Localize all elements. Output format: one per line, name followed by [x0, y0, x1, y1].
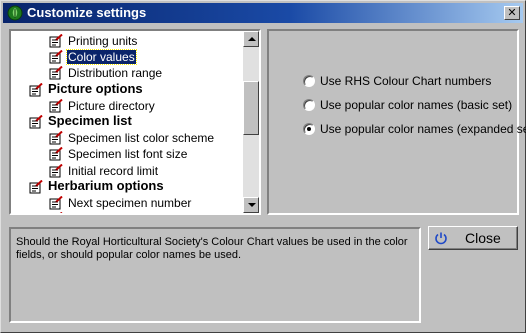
close-button-label: Close — [465, 230, 501, 246]
radio-button[interactable] — [303, 75, 315, 87]
close-button[interactable]: Close — [428, 226, 518, 250]
tree-item-label: Picture directory — [68, 98, 155, 113]
tree-item-label: Specimen list color scheme — [68, 131, 215, 146]
setting-icon — [49, 147, 63, 161]
setting-icon — [60, 212, 63, 213]
radio-dot — [307, 127, 311, 131]
settings-tree[interactable]: Printing units Color values Distribution r… — [9, 29, 261, 215]
setting-icon — [49, 196, 63, 210]
power-icon — [435, 232, 447, 245]
scroll-down-button[interactable] — [243, 197, 259, 213]
leaf-icon — [7, 5, 23, 21]
customize-settings-window: Customize settings ✕ Printing units Color… — [0, 0, 526, 333]
tree-item-label: Specimen list — [48, 113, 132, 128]
radio-label: Use popular color names (basic set) — [320, 98, 513, 112]
setting-icon — [49, 66, 63, 80]
options-panel: Use RHS Colour Chart numbers Use popular … — [267, 29, 526, 215]
category-icon — [29, 179, 43, 194]
title-bar[interactable]: Customize settings ✕ — [3, 3, 523, 23]
arrow-up-icon — [248, 37, 256, 41]
tree-item-label: Printing units — [68, 34, 138, 48]
tree-item-label: Next specimen number — [68, 196, 192, 210]
setting-icon — [49, 131, 63, 145]
tree-item-label: Specimen list font size — [68, 147, 188, 162]
category-icon — [29, 115, 43, 129]
tree-item-label: Distribution range — [68, 66, 163, 81]
tree-item-label: Color values — [66, 49, 137, 66]
tree-scrollbar[interactable] — [243, 31, 259, 213]
scroll-up-button[interactable] — [243, 31, 259, 47]
setting-icon — [49, 163, 63, 178]
description-text: Should the Royal Horticultural Society's… — [16, 236, 408, 261]
tree-item-label: Herbarium options — [48, 177, 164, 193]
setting-icon — [49, 34, 63, 48]
close-icon[interactable]: ✕ — [504, 6, 520, 20]
tree-item-label: Specimen number format — [67, 212, 204, 213]
tree-item-label: Initial record limit — [68, 163, 159, 178]
radio-button[interactable] — [303, 99, 315, 111]
category-icon — [29, 82, 43, 97]
setting-icon — [49, 98, 63, 113]
tree-item-label: Picture options — [48, 80, 143, 96]
radio-label: Use RHS Colour Chart numbers — [320, 74, 492, 88]
description-box: Should the Royal Horticultural Society's… — [9, 227, 421, 323]
radio-button[interactable] — [303, 123, 315, 135]
setting-icon — [49, 50, 63, 64]
arrow-down-icon — [248, 203, 256, 207]
scroll-thumb[interactable] — [243, 81, 259, 135]
radio-label: Use popular color names (expanded set) — [320, 122, 526, 136]
window-title: Customize settings — [27, 5, 147, 20]
